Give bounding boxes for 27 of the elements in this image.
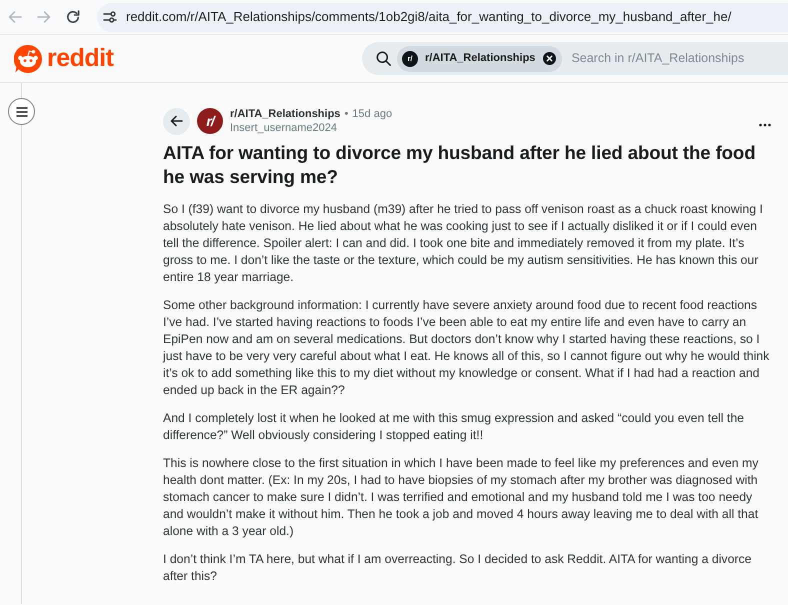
community-avatar[interactable]: r/ (197, 108, 223, 134)
author-link[interactable]: Insert_username2024 (230, 122, 338, 134)
body-paragraph: I don’t think I’m TA here, but what if I am overreacting. So I decided to ask Reddit. AITA for wanting a divorce after this? (163, 551, 753, 585)
body-paragraph: Some other background information: I currently have severe anxiety around food due to recent food reactions I’ve had. I’ve started having reactions to foods I’ve been able to eat my entire life and even have to carry an EpiPen now and am on several medications. But doctors don’t know why I started having these reactions, so I just have to be very very careful about what I eat. He knows all of this, so I cannot figure out why he would think it’s ok to add something like this to my diet without my knowledge or consent. What if I had had a reaction and ended up back in the ER again?? (163, 297, 770, 399)
menu-button[interactable] (8, 98, 35, 125)
url-text: reddit.com/r/AITA_Relationships/comments/1ob2gi8/aita_for_wanting_to_divorce_my_husband_after_he/ (126, 8, 732, 26)
search-field[interactable]: Search in r/AITA_Relationships (571, 49, 788, 68)
separator-dot: • (344, 107, 348, 121)
community-link[interactable]: r/AITA_Relationships (230, 107, 340, 121)
reload-icon (66, 10, 80, 24)
search-icon (376, 51, 391, 66)
community-chip-label: r/AITA_Relationships (425, 51, 536, 66)
body-paragraph: And I completely lost it when he looked at me with this smug expression and asked “could you even tell the difference?” Well obviously considering I stopped eating it!! (163, 410, 746, 444)
back-arrow-icon (170, 115, 183, 127)
menu-icon (16, 106, 28, 116)
post-title: AITA for wanting to divorce my husband after he lied about the food he was serving me? (163, 141, 756, 189)
more-options-icon[interactable] (759, 122, 771, 126)
address-bar[interactable]: reddit.com/r/AITA_Relationships/comments/1ob2gi8/aita_for_wanting_to_divorce_my_husband_after_he/ (97, 2, 788, 32)
back-arrow-icon (8, 10, 22, 24)
forward-arrow-icon (36, 10, 50, 24)
body-paragraph: So I (f39) want to divorce my husband (m39) after he tried to pass off venison roast as a chuck roast knowing I absolutely hate venison. He lied about what he was cooking just to see if I actually disliked it or if I could even tell the difference. Spoiler alert: I can and did. I took one bite and immediately removed it from my plate. It’s gross to me. I don’t like the taste or the texture, which could be my autism sensitivities. He has known this our entire 18 year marriage. (163, 201, 764, 286)
back-button[interactable] (163, 108, 190, 134)
close-icon[interactable] (543, 52, 556, 65)
site-settings-icon[interactable] (103, 10, 117, 24)
logo-icon[interactable] (14, 44, 42, 72)
post-time: 15d ago (352, 107, 392, 121)
body-paragraph: This is nowhere close to the first situation in which I have been made to feel like my preferences and even my health dont matter. (Ex: In my 20s, I had to have biopsies of my stomach after my brother was diagnosed with stomach cancer to make sure I didn’t. I was terrified and emotional and my husband told me I was too needy and wouldn’t make it without him. Then he took a job and moved 4 hours away leaving me to deal with all that alone with a 3 year old.) (163, 455, 760, 540)
